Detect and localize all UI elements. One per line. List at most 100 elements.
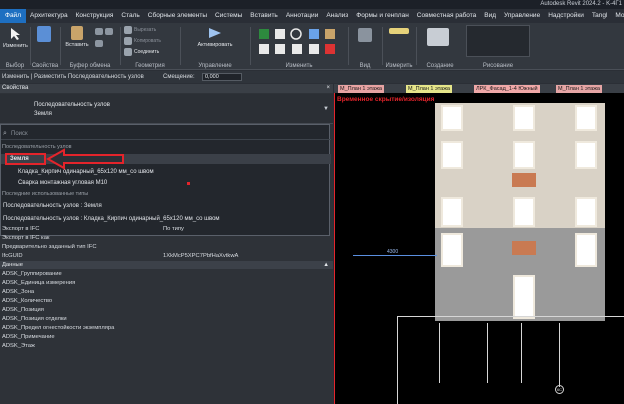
data-row[interactable]: ADSK_Зона <box>0 288 333 297</box>
create-assembly-icon[interactable] <box>427 28 449 46</box>
offset-input[interactable]: 0,000 <box>202 73 242 81</box>
properties-button[interactable] <box>37 26 51 44</box>
grid-line <box>559 323 560 387</box>
prop-label: Экспорт в IFC как <box>2 235 50 241</box>
view-tab[interactable]: М_План 1 этажа <box>406 85 452 93</box>
dimension-value[interactable]: 4300 <box>387 249 398 255</box>
data-row[interactable]: ADSK_Предел огнестойкости экземпляра <box>0 324 333 333</box>
tab-annotate[interactable]: Аннотации <box>282 9 323 23</box>
ribbon-group-control: Активировать Управление <box>181 23 249 70</box>
search-input[interactable]: Поиск <box>11 131 28 137</box>
tab-precast[interactable]: Сборные элементы <box>144 9 211 23</box>
tab-manage[interactable]: Управление <box>500 9 544 23</box>
uncut-icon[interactable] <box>124 37 132 45</box>
tab-architecture[interactable]: Архитектура <box>26 9 72 23</box>
entrance-door <box>513 275 535 319</box>
grid-line <box>521 323 522 383</box>
close-icon[interactable]: × <box>326 84 330 93</box>
ribbon-group-draw: Рисование <box>466 23 530 70</box>
ribbon-group-modify: Изменить <box>251 23 347 70</box>
red-dot-marker <box>187 182 190 185</box>
dropdown-search[interactable]: ⌕ Поиск <box>1 130 331 140</box>
prop-row-ifc-predefined[interactable]: Предварительно заданный тип IFC <box>0 243 333 252</box>
match-properties-icon[interactable] <box>95 40 103 47</box>
tab-modplus[interactable]: ModPlus <box>611 9 624 23</box>
activate-button[interactable]: Активировать <box>195 26 235 48</box>
modify-button[interactable]: Изменить <box>3 27 28 49</box>
select-group-label[interactable]: Выбор <box>0 63 30 69</box>
chevron-down-icon[interactable]: ▼ <box>323 106 329 112</box>
paste-label: Вставить <box>65 42 89 48</box>
join-label[interactable]: Соединить <box>134 49 159 55</box>
section-data-header[interactable]: Данные ▲ <box>0 261 333 269</box>
view-tab[interactable]: М_План 1 этажа <box>338 85 384 93</box>
copy-geometry-label[interactable]: Копировать <box>134 38 161 44</box>
menu-bar: Файл Архитектура Конструкция Сталь Сборн… <box>0 9 624 23</box>
window <box>441 233 463 267</box>
prop-value[interactable]: 1XkMcP5XPC7PbfHaXvtkwA <box>163 252 238 261</box>
join-icon[interactable] <box>124 48 132 56</box>
view-tabs: М_План 1 этажа М_План 1 этажа ЛРК_Фасад_… <box>334 84 624 93</box>
prop-row-ifc-export-as[interactable]: Экспорт в IFC как <box>0 234 333 243</box>
modify-label: Изменить <box>3 43 28 49</box>
dropdown-option[interactable]: Сварка монтажная угловая М10 <box>1 178 331 188</box>
tab-tangl[interactable]: Tangl <box>588 9 612 23</box>
window <box>575 197 597 227</box>
window <box>513 105 535 131</box>
data-row[interactable]: ADSK_Этаж <box>0 342 333 351</box>
tab-massing[interactable]: Формы и генплан <box>352 9 413 23</box>
view-group-label: Вид <box>359 63 371 69</box>
data-row[interactable]: ADSK_Группирование <box>0 270 333 279</box>
tab-insert[interactable]: Вставить <box>246 9 282 23</box>
foundation-outline <box>397 316 624 404</box>
clipboard-icon <box>71 26 83 40</box>
data-row[interactable]: ADSK_Количество <box>0 297 333 306</box>
window <box>575 141 597 169</box>
copy-icon[interactable] <box>105 28 113 35</box>
recent-type-item[interactable]: Последовательность узлов : Кладка_Кирпич… <box>1 214 331 224</box>
measure-icon[interactable] <box>389 28 409 34</box>
data-row[interactable]: ADSK_Позиция отделки <box>0 315 333 324</box>
ribbon-group-create: Создание <box>417 23 463 70</box>
section-title: Данные <box>2 262 23 268</box>
file-tab[interactable]: Файл <box>0 9 26 23</box>
tab-steel[interactable]: Сталь <box>117 9 143 23</box>
cope-icon[interactable] <box>124 26 132 34</box>
collapse-icon[interactable]: ▲ <box>323 261 329 269</box>
view-tab[interactable]: М_План 1 этажа <box>556 85 602 93</box>
prop-row-ifcguid[interactable]: IfcGUID 1XkMcP5XPC7PbfHaXvtkwA <box>0 252 333 261</box>
activate-icon <box>209 28 221 38</box>
view-icon[interactable] <box>358 28 372 42</box>
ribbon-group-clipboard: Вставить Буфер обмена <box>61 23 119 70</box>
data-row[interactable]: ADSK_Единица измерения <box>0 279 333 288</box>
prop-row-ifc-export[interactable]: Экспорт в IFC По типу <box>0 225 333 234</box>
grid-bubble[interactable]: 6С <box>555 385 564 394</box>
options-bar: Изменить | Разместить Последовательность… <box>0 71 624 83</box>
prop-value[interactable]: По типу <box>163 225 184 234</box>
tab-structure[interactable]: Конструкция <box>72 9 118 23</box>
ribbon-group-properties: Свойства <box>31 23 59 70</box>
recent-type-item[interactable]: Последовательность узлов : Земля <box>1 201 331 211</box>
tab-analyze[interactable]: Анализ <box>322 9 352 23</box>
tab-addins[interactable]: Надстройки <box>544 9 588 23</box>
properties-group-label: Свойства <box>31 63 59 69</box>
highlight-box <box>5 153 46 165</box>
type-selector[interactable]: Последовательность узлов Земля ▼ <box>0 94 333 124</box>
dimension-line[interactable] <box>353 255 437 256</box>
activate-label: Активировать <box>197 42 233 48</box>
cut-geometry-label[interactable]: Вырезать <box>134 27 156 33</box>
paste-button[interactable]: Вставить <box>65 26 89 48</box>
window <box>441 141 463 169</box>
data-row[interactable]: ADSK_Позиция <box>0 306 333 315</box>
tab-collaborate[interactable]: Совместная работа <box>413 9 480 23</box>
cut-icon[interactable] <box>95 28 103 35</box>
facade-spandrel <box>441 173 465 187</box>
data-row[interactable]: ADSK_Примечание <box>0 333 333 342</box>
properties-icon <box>37 26 51 42</box>
tab-view[interactable]: Вид <box>480 9 500 23</box>
drawing-area[interactable]: Временное скрытие/изоляция 4300 6С <box>334 93 624 404</box>
view-tab-active[interactable]: ЛРК_Фасад_1-4 Южный <box>474 85 540 93</box>
temporary-hide-isolate-label: Временное скрытие/изоляция <box>337 96 435 103</box>
brick-panel <box>512 173 536 187</box>
tab-systems[interactable]: Системы <box>211 9 246 23</box>
